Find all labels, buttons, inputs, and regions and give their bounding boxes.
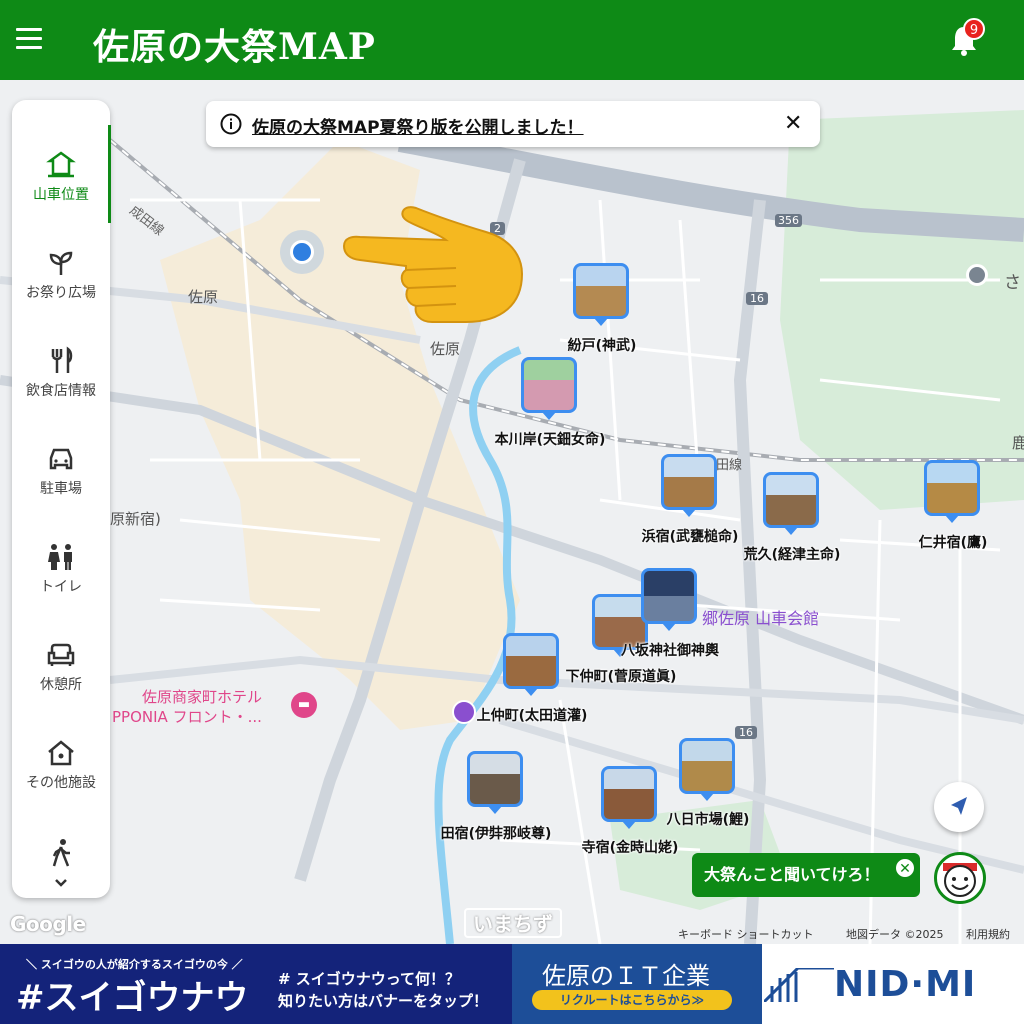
banner-right-title: 佐原のＩＴ企業 bbox=[542, 962, 710, 990]
float-label-funado: 紛戸(神武) bbox=[567, 338, 637, 354]
sidebar-label: お祭り広場 bbox=[26, 285, 96, 301]
sidebar-item-other-facilities[interactable]: その他施設 bbox=[12, 732, 110, 822]
chat-close-icon[interactable]: ✕ bbox=[894, 857, 916, 879]
chat-bubble[interactable]: 大祭んこと聞いてけろ！ bbox=[692, 853, 920, 897]
walker-icon bbox=[52, 839, 70, 867]
sidebar-label: トイレ bbox=[40, 579, 82, 595]
chevron-down-icon[interactable] bbox=[54, 878, 68, 888]
sidebar-item-toilet[interactable]: トイレ bbox=[12, 536, 110, 626]
float-label-araku: 荒久(経津主命) bbox=[743, 547, 841, 563]
sidebar-item-festival-plaza[interactable]: お祭り広場 bbox=[12, 242, 110, 332]
float-label-terajuku: 寺宿(金時山姥) bbox=[581, 840, 679, 856]
float-label-yokaichiba: 八日市場(鯉) bbox=[666, 812, 750, 828]
float-label-shimonakacho: 下仲町(菅原道眞) bbox=[565, 669, 677, 685]
float-label-kaminakacho: 上仲町(太田道灌) bbox=[476, 708, 588, 724]
house-icon bbox=[48, 740, 74, 766]
float-marker-terajuku[interactable] bbox=[601, 766, 657, 822]
nidmi-logo-mark bbox=[764, 968, 834, 1002]
kashima-label: 鹿 bbox=[1012, 434, 1024, 452]
float-marker-niijuku[interactable] bbox=[924, 460, 980, 516]
banner-left-line2: 知りたい方はバナーをタップ！ bbox=[278, 992, 489, 1010]
float-marker-honkawagishi[interactable] bbox=[521, 357, 577, 413]
pointing-hand-icon bbox=[342, 206, 524, 323]
suigo-now-banner[interactable]: ＼ スイゴウの人が紹介するスイゴウの今 ／ #スイゴウナウ # スイゴウナウって… bbox=[0, 944, 512, 1024]
terms-link[interactable]: 利用規約 bbox=[966, 926, 1010, 942]
sidebar-item-restaurants[interactable]: 飲食店情報 bbox=[12, 340, 110, 430]
sidebar-item-rest-area[interactable]: 休憩所 bbox=[12, 634, 110, 724]
sidebar-label: 飲食店情報 bbox=[26, 383, 96, 399]
close-icon[interactable]: ✕ bbox=[784, 111, 802, 136]
float-marker-yokaichiba[interactable] bbox=[679, 738, 735, 794]
float-marker-yasaka[interactable] bbox=[641, 568, 697, 624]
sidebar: 山車位置 お祭り広場 飲食店情報 駐車場 トイレ 休憩所 その他施設 bbox=[12, 100, 111, 898]
map-data-credit: 地図データ ©2025 bbox=[846, 928, 944, 941]
sidebar-label: 休憩所 bbox=[40, 677, 82, 693]
float-label-yasaka: 八坂神社御神輿 bbox=[621, 643, 719, 659]
town-label: 佐原 bbox=[430, 340, 461, 358]
float-marker-tajuku[interactable] bbox=[467, 751, 523, 807]
imachizu-watermark: いまちず bbox=[464, 908, 562, 938]
route-16-shield-top: 16 bbox=[746, 292, 768, 305]
float-marker-hamajuku[interactable] bbox=[661, 454, 717, 510]
sidebar-item-walking[interactable] bbox=[12, 832, 110, 882]
sidebar-label: 駐車場 bbox=[40, 481, 82, 497]
sidebar-label: その他施設 bbox=[26, 775, 96, 791]
info-icon bbox=[220, 113, 242, 135]
sidebar-item-float-location[interactable]: 山車位置 bbox=[12, 144, 110, 234]
active-indicator bbox=[108, 125, 111, 223]
float-label-honkawagishi: 本川岸(天鈿女命) bbox=[494, 432, 606, 448]
float-marker-funado[interactable] bbox=[573, 263, 629, 319]
map[interactable]: 356 16 16 2 佐原 佐原 成田線 田線 原新宿) 鹿 さ 郷佐原 山車… bbox=[0, 80, 1024, 944]
mascot-avatar[interactable] bbox=[934, 852, 986, 904]
float-marker-araku[interactable] bbox=[763, 472, 819, 528]
navigation-icon bbox=[951, 797, 967, 815]
announcement-link[interactable]: 佐原の大祭MAP夏祭り版を公開しました！ bbox=[252, 113, 584, 138]
purple-place-icon[interactable] bbox=[452, 700, 476, 724]
hotel-label-1: 佐原商家町ホテル bbox=[142, 688, 263, 706]
toilet-icon bbox=[48, 544, 72, 570]
float-label-niijuku: 仁井宿(鷹) bbox=[918, 535, 988, 551]
sofa-icon bbox=[47, 643, 75, 666]
app-header: 佐原の大祭MAP 9 bbox=[0, 0, 1024, 80]
sidebar-label: 山車位置 bbox=[33, 187, 89, 203]
hotel-label-2: PPONIA フロント・... bbox=[112, 708, 262, 726]
banner-left-line1: # スイゴウナウって何！？ bbox=[278, 970, 461, 988]
rail-line-label: 田線 bbox=[716, 458, 743, 473]
hotel-icon[interactable]: ▬ bbox=[291, 692, 317, 718]
current-location-center bbox=[290, 240, 314, 264]
sa-label: さ bbox=[1004, 273, 1021, 293]
nidmi-banner[interactable]: 佐原のＩＴ企業 リクルートはこちらから≫ NID·MI bbox=[512, 944, 1024, 1024]
float-label-tajuku: 田宿(伊弉那岐尊) bbox=[440, 826, 552, 842]
float-marker-kaminakacho[interactable] bbox=[503, 633, 559, 689]
station-label: 佐原 bbox=[188, 288, 219, 306]
car-icon bbox=[49, 448, 73, 470]
hall-label: 郷佐原 山車会館 bbox=[702, 609, 820, 628]
banner-right-sub: リクルートはこちらから≫ bbox=[532, 990, 732, 1010]
app-title: 佐原の大祭MAP bbox=[93, 26, 376, 68]
float-label-hamajuku: 浜宿(武甕槌命) bbox=[641, 529, 739, 545]
shinjuku-label: 原新宿) bbox=[110, 510, 161, 528]
my-location-button[interactable] bbox=[934, 782, 984, 832]
place-pin-icon[interactable] bbox=[966, 264, 988, 286]
announcement-bar: 佐原の大祭MAP夏祭り版を公開しました！ ✕ bbox=[206, 101, 820, 147]
google-logo: Google bbox=[10, 912, 86, 936]
sprout-icon bbox=[49, 251, 73, 275]
sidebar-item-parking[interactable]: 駐車場 bbox=[12, 438, 110, 528]
banner-right-logo: NID·MI bbox=[834, 964, 977, 1005]
route-16-shield-bottom: 16 bbox=[735, 726, 757, 739]
shrine-icon bbox=[46, 151, 76, 178]
route-356-shield: 356 bbox=[775, 214, 802, 227]
keyboard-shortcuts-link[interactable]: キーボード ショートカット bbox=[678, 926, 814, 942]
notification-badge: 9 bbox=[963, 18, 985, 40]
banner-left-main: #スイゴウナウ bbox=[16, 978, 249, 1018]
menu-icon[interactable] bbox=[16, 28, 42, 50]
fork-knife-icon bbox=[51, 346, 73, 373]
